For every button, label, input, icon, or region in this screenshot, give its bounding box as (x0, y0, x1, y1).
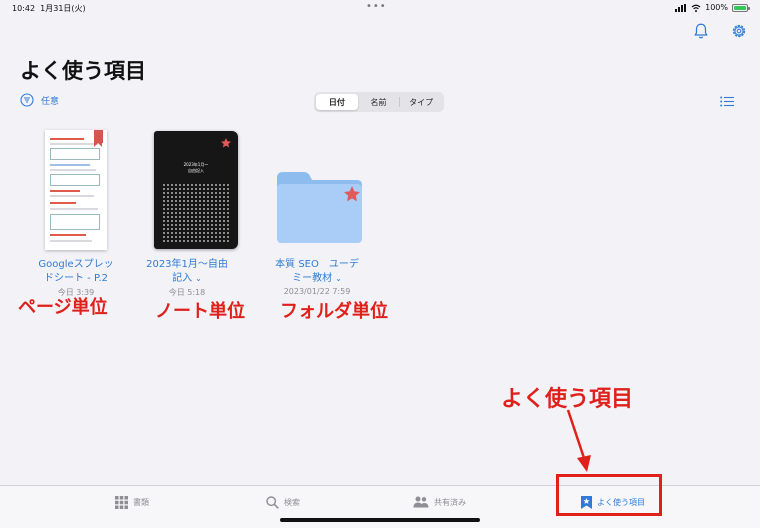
home-indicator[interactable] (280, 518, 480, 522)
notebook-cover: 2023年1月〜 自由記入 (154, 131, 238, 249)
filter-button[interactable]: 任意 (20, 93, 59, 107)
star-icon (221, 138, 231, 148)
annotation-page-unit: ページ単位 (18, 297, 108, 318)
battery-percent: 100% (705, 3, 728, 12)
wifi-icon (691, 4, 701, 12)
chevron-down-icon[interactable]: ⌄ (335, 274, 342, 283)
sort-tab-type[interactable]: タイプ (400, 94, 442, 110)
tab-label: 検索 (284, 498, 300, 507)
filter-icon (20, 93, 34, 107)
folder-thumbnail (262, 128, 372, 252)
page-preview (45, 130, 107, 250)
favorite-item-page[interactable]: Googleスプレッ ドシート - P.2 今日 3:39 (21, 128, 131, 298)
clock-date: 1月31日(火) (40, 4, 86, 13)
favorite-item-notebook[interactable]: 2023年1月〜 自由記入 2023年1月〜自由 記入 ⌄ 今日 5:18 (132, 128, 242, 298)
grid-icon (115, 496, 128, 509)
item-name: Googleスプレッ ドシート - P.2 (38, 259, 114, 284)
chevron-down-icon[interactable]: ⌄ (195, 274, 202, 283)
annotation-highlight-box (556, 474, 662, 516)
header-actions (692, 22, 748, 40)
annotation-arrow-icon (566, 409, 591, 472)
page-title: よく使う項目 (20, 59, 146, 83)
toolbar: 任意 日付 名前 タイプ (0, 90, 760, 114)
status-time: 10:42 1月31日(火) (12, 3, 86, 14)
item-name: 2023年1月〜自由 記入 ⌄ (146, 259, 228, 284)
status-indicators: 100% (675, 3, 750, 12)
multitasking-dots[interactable]: ••• (366, 1, 387, 12)
list-view-icon[interactable] (720, 96, 734, 107)
page-thumbnail (21, 128, 131, 252)
gear-icon[interactable] (730, 22, 748, 40)
annotation-folder-unit: フォルダ単位 (280, 301, 388, 322)
tab-label: 共有済み (434, 497, 466, 507)
notebook-thumbnail: 2023年1月〜 自由記入 (132, 128, 242, 252)
sort-tab-name[interactable]: 名前 (358, 94, 400, 110)
cellular-signal-icon (675, 3, 687, 12)
search-icon (266, 496, 279, 509)
bell-icon[interactable] (692, 22, 710, 40)
tab-shared[interactable]: 共有済み (413, 496, 466, 508)
annotation-note-unit: ノート単位 (155, 301, 245, 322)
bookmark-ribbon-icon (94, 130, 103, 147)
item-name: 本質 SEO ユーデ ミー教材 ⌄ (275, 259, 359, 284)
tab-search[interactable]: 検索 (266, 496, 300, 509)
sort-tab-date[interactable]: 日付 (316, 94, 358, 110)
folder-icon (277, 172, 362, 243)
status-bar: 10:42 1月31日(火) ••• 100% (0, 0, 760, 16)
clock-time: 10:42 (12, 4, 36, 13)
item-date: 2023/01/22 7:59 (283, 287, 351, 296)
dot-grid-pattern (162, 183, 230, 243)
notebook-cover-title: 2023年1月〜 自由記入 (183, 162, 209, 173)
tab-documents[interactable]: 書類 (115, 496, 149, 509)
favorite-item-folder[interactable]: 本質 SEO ユーデ ミー教材 ⌄ 2023/01/22 7:59 (262, 128, 372, 296)
filter-label: 任意 (41, 96, 60, 107)
sort-segmented-control: 日付 名前 タイプ (314, 92, 444, 112)
tab-label: 書類 (133, 498, 149, 507)
battery-icon (732, 3, 750, 12)
people-icon (413, 496, 429, 508)
